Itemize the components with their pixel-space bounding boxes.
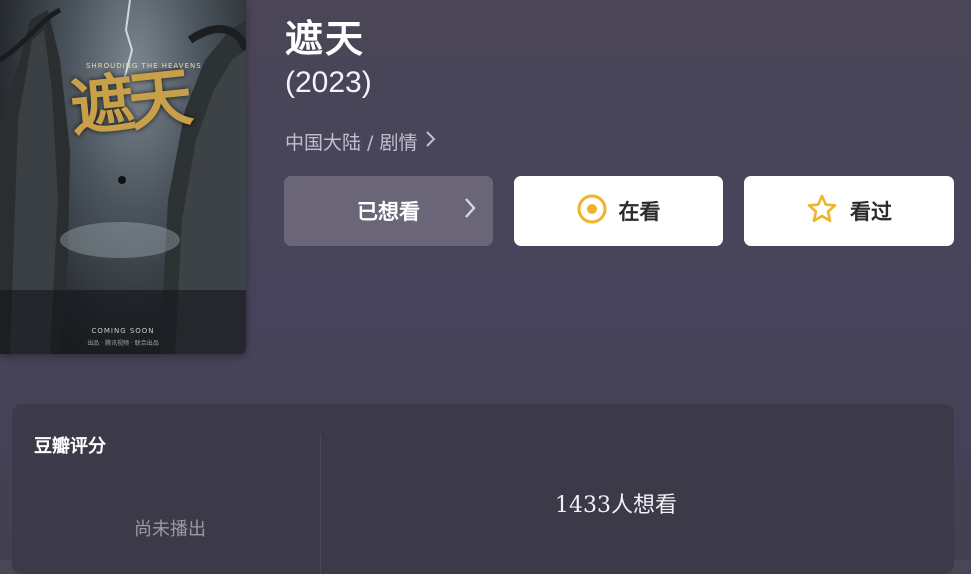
rating-divider bbox=[320, 434, 321, 574]
poster-logos: 出品 · 腾讯视频 · 联合出品 bbox=[87, 340, 159, 347]
poster-subtitle: SHROUDING THE HEAVENS bbox=[86, 62, 202, 70]
rating-label: 豆瓣评分 bbox=[34, 436, 106, 457]
watching-button[interactable]: 在看 bbox=[514, 176, 723, 246]
genre-link[interactable]: 中国大陆 / 剧情 bbox=[285, 128, 437, 155]
genre-text: 中国大陆 / 剧情 bbox=[285, 132, 418, 154]
poster-coming-soon: COMING SOON bbox=[91, 327, 155, 335]
watching-label: 在看 bbox=[618, 200, 661, 224]
want-count: 1433人想看 bbox=[555, 493, 677, 518]
movie-title: 遮天 bbox=[285, 17, 366, 61]
movie-poster[interactable]: 遮天 SHROUDING THE HEAVENS COMING SOON 出品 … bbox=[0, 0, 246, 354]
watched-label: 看过 bbox=[850, 200, 892, 224]
watched-button[interactable]: 看过 bbox=[744, 176, 954, 246]
wanted-label: 已想看 bbox=[357, 200, 420, 224]
movie-year: (2023) bbox=[285, 66, 372, 99]
star-outline-icon bbox=[806, 193, 838, 230]
rating-status: 尚未播出 bbox=[134, 519, 206, 540]
chevron-right-icon bbox=[425, 129, 437, 154]
chevron-right-icon bbox=[463, 196, 477, 227]
target-circle-icon bbox=[577, 194, 607, 229]
rating-panel: 豆瓣评分 尚未播出 1433人想看 bbox=[12, 404, 954, 574]
wanted-button[interactable]: 已想看 bbox=[284, 176, 493, 246]
